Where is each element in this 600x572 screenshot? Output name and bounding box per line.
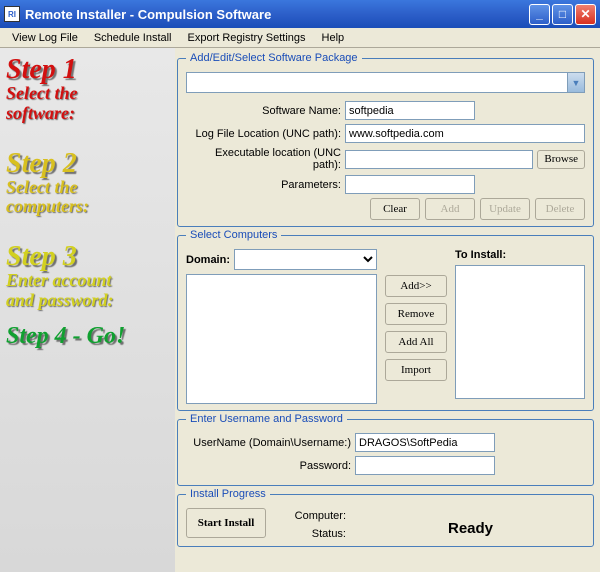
install-group: Install Progress Start Install Computer:…: [177, 488, 594, 547]
log-path-input[interactable]: [345, 124, 585, 143]
app-icon: RI: [4, 6, 20, 22]
menu-schedule[interactable]: Schedule Install: [86, 30, 180, 46]
menu-bar: View Log File Schedule Install Export Re…: [0, 28, 600, 48]
domain-label: Domain:: [186, 254, 230, 266]
clear-button[interactable]: Clear: [370, 198, 420, 220]
minimize-button[interactable]: _: [529, 4, 550, 25]
log-path-label: Log File Location (UNC path):: [186, 128, 341, 140]
install-legend: Install Progress: [186, 488, 270, 500]
start-install-button[interactable]: Start Install: [186, 508, 266, 538]
step2-sub2: computers:: [6, 197, 169, 217]
add-button[interactable]: Add: [425, 198, 475, 220]
step2: Step 2 Select the computers:: [6, 150, 169, 218]
exe-path-input[interactable]: [345, 150, 533, 169]
software-name-label: Software Name:: [186, 105, 341, 117]
maximize-button[interactable]: □: [552, 4, 573, 25]
target-computers-list[interactable]: [455, 265, 585, 399]
remove-computer-button[interactable]: Remove: [385, 303, 447, 325]
params-input[interactable]: [345, 175, 475, 194]
step3-title: Step 3: [6, 243, 169, 271]
menu-help[interactable]: Help: [314, 30, 353, 46]
package-select[interactable]: ▼: [186, 72, 585, 93]
credentials-group: Enter Username and Password UserName (Do…: [177, 413, 594, 486]
add-all-button[interactable]: Add All: [385, 331, 447, 353]
step1-sub2: software:: [6, 104, 169, 124]
step1-title: Step 1: [6, 56, 169, 84]
package-legend: Add/Edit/Select Software Package: [186, 52, 362, 64]
to-install-label: To Install:: [455, 249, 506, 261]
step2-sub1: Select the: [6, 178, 169, 198]
browse-button[interactable]: Browse: [537, 150, 585, 169]
username-label: UserName (Domain\Username:): [186, 437, 351, 449]
username-input[interactable]: [355, 433, 495, 452]
step2-title: Step 2: [6, 150, 169, 178]
status-label: Status:: [276, 528, 346, 540]
menu-export[interactable]: Export Registry Settings: [180, 30, 314, 46]
main-panel: Add/Edit/Select Software Package ▼ Softw…: [175, 48, 600, 572]
package-group: Add/Edit/Select Software Package ▼ Softw…: [177, 52, 594, 227]
add-computer-button[interactable]: Add>>: [385, 275, 447, 297]
menu-view-log[interactable]: View Log File: [4, 30, 86, 46]
title-bar: RI Remote Installer - Compulsion Softwar…: [0, 0, 600, 28]
step4: Step 4 - Go!: [6, 323, 169, 350]
sidebar: Step 1 Select the software: Step 2 Selec…: [0, 48, 175, 572]
close-button[interactable]: ✕: [575, 4, 596, 25]
update-button[interactable]: Update: [480, 198, 530, 220]
software-name-input[interactable]: [345, 101, 475, 120]
computer-label: Computer:: [276, 510, 346, 522]
package-select-input[interactable]: [187, 73, 567, 92]
domain-select[interactable]: [234, 249, 377, 270]
import-button[interactable]: Import: [385, 359, 447, 381]
status-value: Ready: [356, 508, 585, 537]
step3: Step 3 Enter account and password:: [6, 243, 169, 311]
params-label: Parameters:: [186, 179, 341, 191]
credentials-legend: Enter Username and Password: [186, 413, 347, 425]
step1: Step 1 Select the software:: [6, 56, 169, 124]
password-input[interactable]: [355, 456, 495, 475]
dropdown-icon[interactable]: ▼: [567, 73, 584, 92]
computers-legend: Select Computers: [186, 229, 281, 241]
password-label: Password:: [186, 460, 351, 472]
delete-button[interactable]: Delete: [535, 198, 585, 220]
step1-sub1: Select the: [6, 84, 169, 104]
step3-sub2: and password:: [6, 291, 169, 311]
exe-path-label: Executable location (UNC path):: [186, 147, 341, 171]
computers-group: Select Computers Domain: Add>> Remove Ad…: [177, 229, 594, 411]
source-computers-list[interactable]: [186, 274, 377, 404]
window-title: Remote Installer - Compulsion Software: [25, 7, 529, 22]
step3-sub1: Enter account: [6, 271, 169, 291]
